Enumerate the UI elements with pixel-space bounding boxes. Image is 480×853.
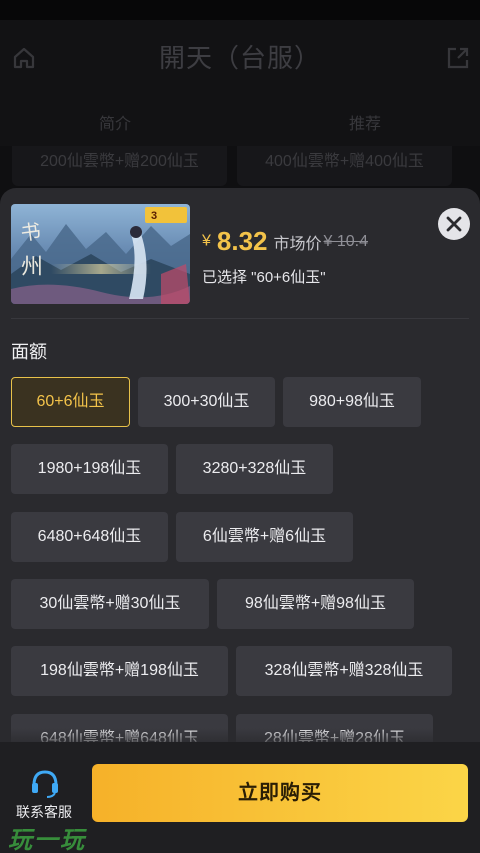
denomination-label: 面额 — [11, 342, 47, 362]
price-row: ¥8.32 市场价 ¥ 10.4 — [202, 226, 368, 260]
svg-text:书: 书 — [19, 219, 42, 246]
option-chip[interactable]: 300+30仙玉 — [138, 377, 275, 427]
option-chip[interactable]: 60+6仙玉 — [11, 377, 130, 427]
customer-service-icon[interactable] — [28, 766, 62, 800]
option-chip[interactable]: 6仙雲幣+赠6仙玉 — [176, 512, 353, 562]
watermark: 玩一玩 — [8, 827, 86, 853]
market-price-label: 市场价 — [273, 235, 322, 253]
svg-text:州: 州 — [21, 255, 43, 280]
currency-symbol: ¥ — [202, 232, 211, 250]
option-chip[interactable]: 1980+198仙玉 — [11, 444, 168, 494]
bottom-action-bar: 联系客服 立即购买 玩一玩 — [0, 742, 480, 853]
option-chip[interactable]: 328仙雲幣+赠328仙玉 — [236, 646, 452, 696]
option-chip[interactable]: 3280+328仙玉 — [176, 444, 333, 494]
option-chip[interactable]: 6480+648仙玉 — [11, 512, 168, 562]
customer-service-label[interactable]: 联系客服 — [6, 802, 82, 822]
close-icon — [446, 216, 462, 232]
close-button[interactable] — [438, 208, 470, 240]
current-price: 8.32 — [216, 226, 268, 256]
product-image: 3 书 州 — [11, 204, 190, 304]
buy-now-button[interactable]: 立即购买 — [92, 764, 468, 822]
option-chip[interactable]: 30仙雲幣+赠30仙玉 — [11, 579, 209, 629]
selected-option-text: 已选择 "60+6仙玉" — [202, 269, 326, 286]
option-chip[interactable]: 98仙雲幣+赠98仙玉 — [217, 579, 414, 629]
divider — [11, 318, 469, 319]
overlay-dim[interactable] — [0, 0, 480, 190]
market-price: ¥ 10.4 — [323, 232, 369, 250]
option-chip[interactable]: 198仙雲幣+赠198仙玉 — [11, 646, 228, 696]
svg-text:3: 3 — [151, 210, 157, 222]
option-chip[interactable]: 980+98仙玉 — [283, 377, 421, 427]
